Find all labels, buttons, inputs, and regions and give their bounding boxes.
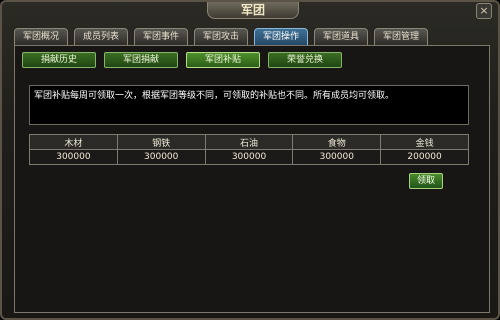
header-food: 食物 bbox=[292, 134, 382, 150]
value-wood: 300000 bbox=[29, 149, 118, 165]
header-steel: 钢铁 bbox=[116, 134, 206, 150]
value-money: 200000 bbox=[380, 149, 469, 165]
value-oil: 300000 bbox=[204, 149, 294, 165]
subsidy-table: 木材 钢铁 石油 食物 金钱 300000 300000 300000 3000… bbox=[29, 134, 469, 165]
value-food: 300000 bbox=[292, 149, 382, 165]
header-money: 金钱 bbox=[380, 134, 469, 150]
sub-tab-donate[interactable]: 军团捐献 bbox=[104, 52, 178, 68]
close-button[interactable]: × bbox=[476, 3, 492, 19]
sub-tab-honor-exchange[interactable]: 荣誉兑换 bbox=[268, 52, 342, 68]
value-steel: 300000 bbox=[116, 149, 206, 165]
table-row: 300000 300000 300000 300000 200000 bbox=[29, 149, 469, 165]
header-wood: 木材 bbox=[29, 134, 118, 150]
sub-tab-subsidy[interactable]: 军团补贴 bbox=[186, 52, 260, 68]
tab-management[interactable]: 军团管理 bbox=[374, 28, 428, 45]
legion-window: 军团 × 军团概况 成员列表 军团事件 军团攻击 军团操作 军团道具 军团管理 … bbox=[0, 0, 500, 320]
table-header-row: 木材 钢铁 石油 食物 金钱 bbox=[29, 134, 469, 150]
tab-overview[interactable]: 军团概况 bbox=[14, 28, 68, 45]
tab-items[interactable]: 军团道具 bbox=[314, 28, 368, 45]
close-icon: × bbox=[479, 4, 489, 17]
window-title: 军团 bbox=[207, 2, 299, 19]
tab-operations[interactable]: 军团操作 bbox=[254, 28, 308, 45]
subsidy-info: 军团补贴每周可领取一次，根据军团等级不同，可领取的补贴也不同。所有成员均可领取。 bbox=[29, 85, 469, 125]
content-panel: 捐献历史 军团捐献 军团补贴 荣誉兑换 军团补贴每周可领取一次，根据军团等级不同… bbox=[14, 45, 490, 313]
tab-members[interactable]: 成员列表 bbox=[74, 28, 128, 45]
header-oil: 石油 bbox=[204, 134, 294, 150]
sub-tab-donation-history[interactable]: 捐献历史 bbox=[22, 52, 96, 68]
claim-button[interactable]: 领取 bbox=[409, 173, 443, 189]
tab-attack[interactable]: 军团攻击 bbox=[194, 28, 248, 45]
tab-events[interactable]: 军团事件 bbox=[134, 28, 188, 45]
